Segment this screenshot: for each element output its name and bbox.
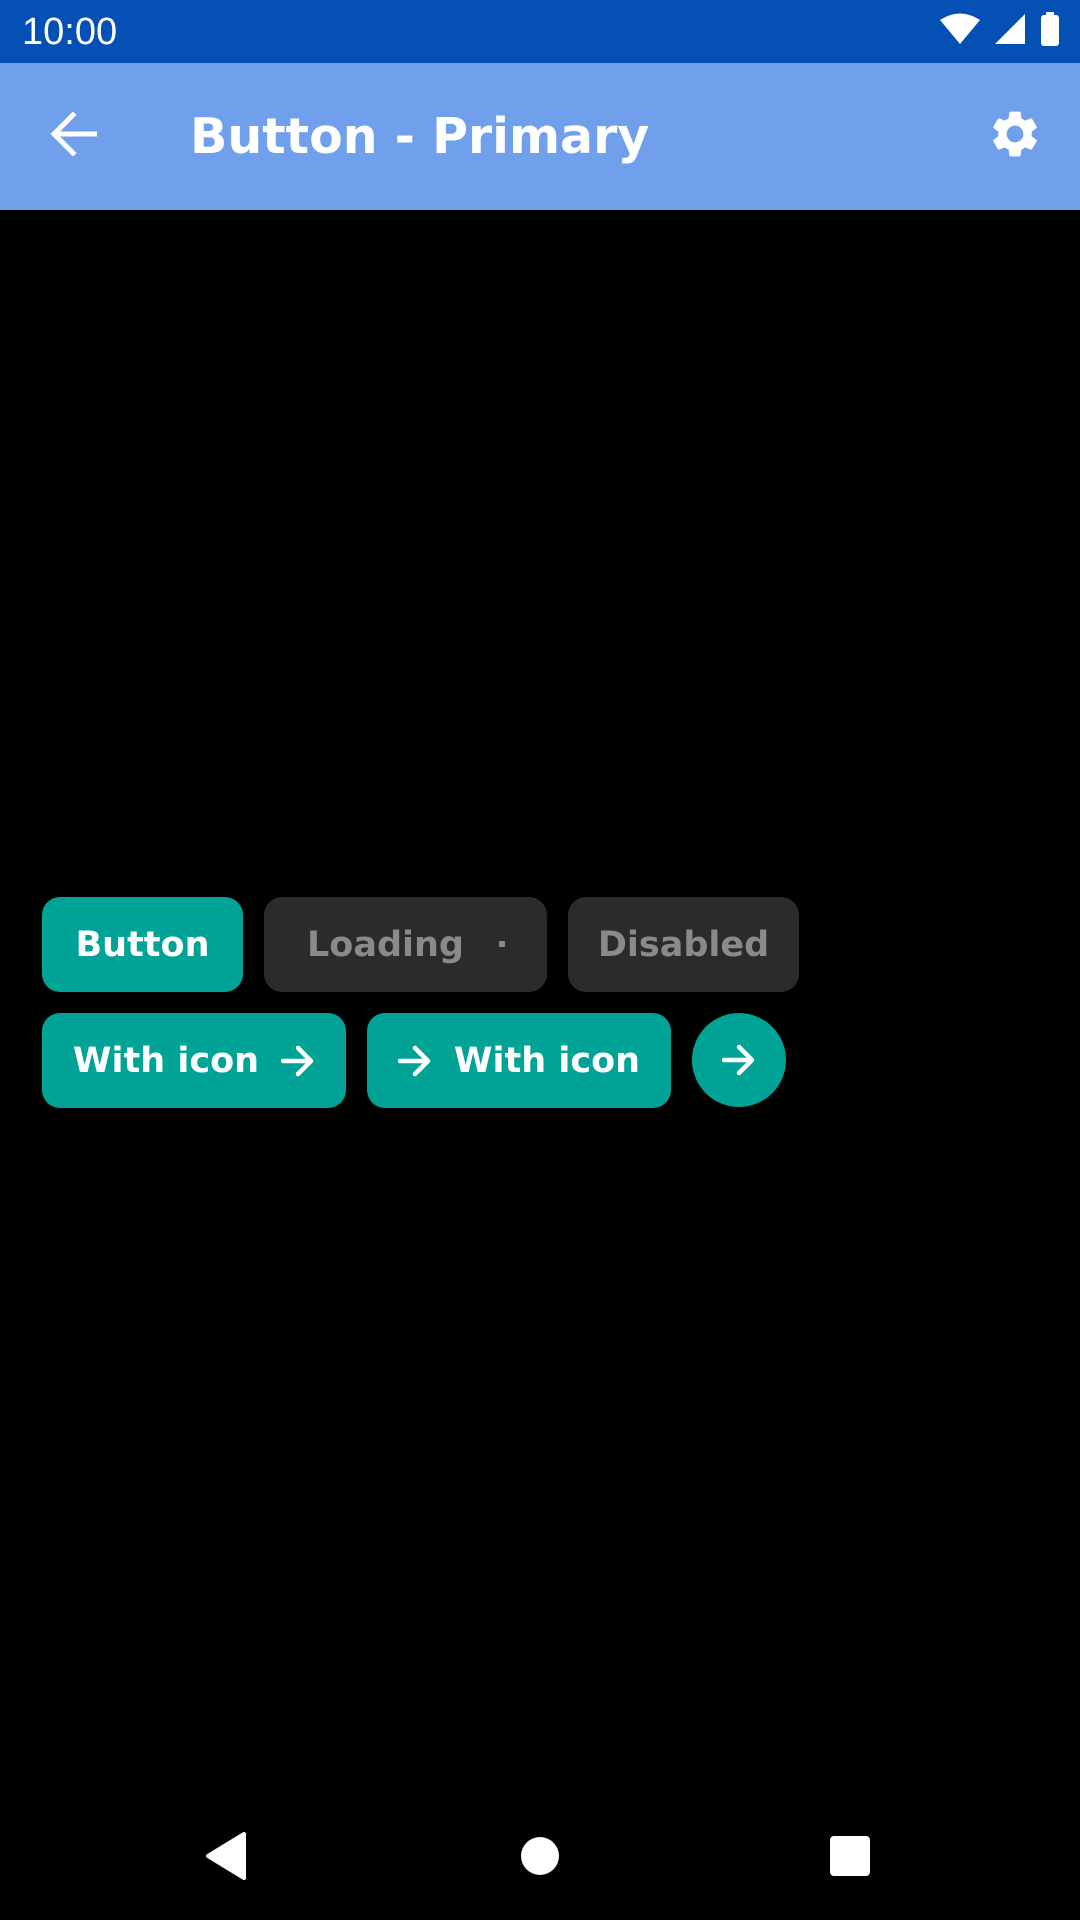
icon-only-button[interactable] [692,1013,786,1107]
navigation-bar [0,1790,1080,1920]
app-bar: Button - Primary [0,63,1080,210]
with-icon-leading-label: With icon [453,1040,641,1081]
settings-button[interactable] [978,99,1052,173]
with-icon-trailing-button[interactable]: With icon [42,1013,346,1108]
signal-icon [994,13,1026,49]
nav-recents-button[interactable] [810,1818,890,1898]
nav-back-button[interactable] [186,1818,266,1898]
back-button[interactable] [38,101,108,171]
nav-home-icon [520,1836,560,1880]
gear-icon [987,106,1043,166]
status-icons [940,12,1060,50]
battery-icon [1040,12,1060,50]
screen: 10:00 Button - Primary Button Loading Di… [0,0,1080,1920]
back-arrow-icon [49,111,98,160]
primary-button-label: Button [75,924,210,965]
status-time: 10:00 [22,11,118,53]
arrow-right-icon [397,1045,432,1077]
primary-button[interactable]: Button [42,897,243,992]
wifi-icon [940,13,980,49]
status-bar: 10:00 [0,0,1080,63]
loading-spinner-icon [499,941,505,947]
arrow-right-icon [722,1044,756,1076]
loading-button-label: Loading [307,924,464,965]
loading-button[interactable]: Loading [264,897,547,992]
nav-back-icon [204,1832,248,1884]
with-icon-trailing-label: With icon [72,1040,260,1081]
disabled-button: Disabled [568,897,799,992]
nav-home-button[interactable] [500,1818,580,1898]
nav-recents-icon [829,1835,871,1881]
arrow-right-icon [281,1045,315,1077]
disabled-button-label: Disabled [597,924,770,965]
page-title: Button - Primary [190,108,650,165]
with-icon-leading-button[interactable]: With icon [367,1013,671,1108]
